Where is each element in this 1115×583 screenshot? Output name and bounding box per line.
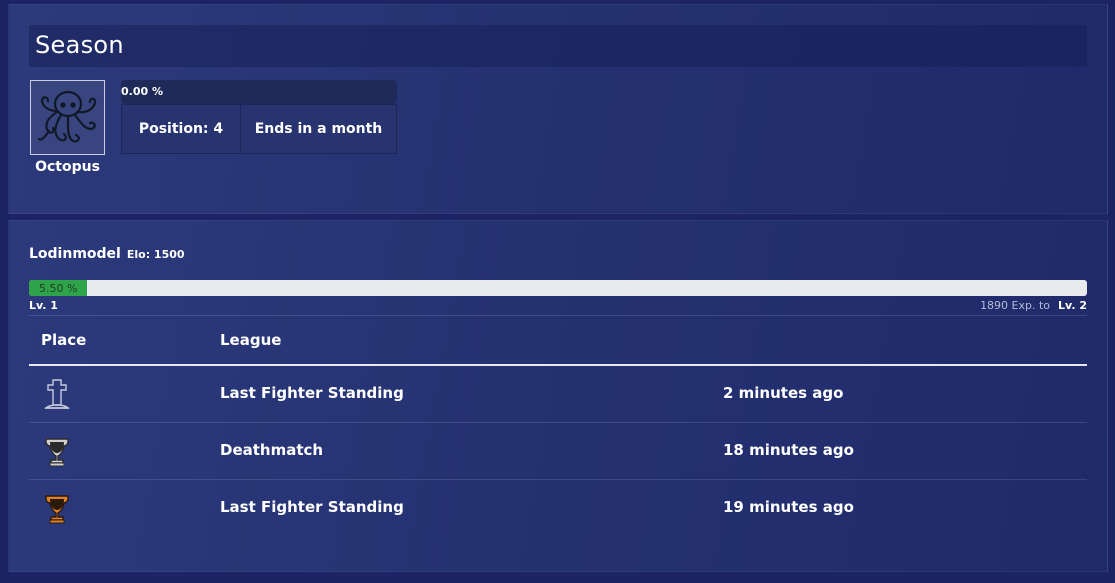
xp-progress-label: 5.50 % xyxy=(39,282,78,295)
level-next: Lv. 2 xyxy=(1058,299,1087,312)
table-row[interactable]: Deathmatch 18 minutes ago xyxy=(29,423,1087,480)
bronze-trophy-icon xyxy=(45,495,69,524)
season-title: Season xyxy=(35,31,124,59)
column-header-league: League xyxy=(220,331,282,349)
level-current: Lv. 1 xyxy=(29,299,58,312)
avatar-label: Octopus xyxy=(35,159,100,175)
xp-to-next: 1890 Exp. to xyxy=(980,299,1051,312)
table-row[interactable]: Last Fighter Standing 2 minutes ago xyxy=(29,366,1087,423)
season-progress-label: 0.00 % xyxy=(121,85,163,98)
column-header-place: Place xyxy=(41,331,87,349)
silver-trophy-icon xyxy=(45,438,69,467)
player-name-row: Lodinmodel Elo: 1500 xyxy=(29,246,185,262)
season-position: Position: 4 xyxy=(122,105,240,153)
player-name[interactable]: Lodinmodel xyxy=(29,246,121,262)
tombstone-icon xyxy=(44,379,70,409)
row-time: 2 minutes ago xyxy=(723,384,844,402)
season-header: Season xyxy=(29,25,1087,67)
level-next-info: 1890 Exp. to Lv. 2 xyxy=(980,299,1087,312)
row-league: Last Fighter Standing xyxy=(220,498,404,516)
xp-progress-bar: 5.50 % xyxy=(29,280,1087,296)
season-panel: Season Octopus 0.00 % Position: 4 Ends i… xyxy=(8,4,1108,214)
octopus-icon xyxy=(37,90,97,143)
row-time: 19 minutes ago xyxy=(723,498,854,516)
season-progress-bar: 0.00 % xyxy=(121,80,397,104)
divider xyxy=(29,315,1087,316)
row-time: 18 minutes ago xyxy=(723,441,854,459)
row-league: Last Fighter Standing xyxy=(220,384,404,402)
player-panel: Lodinmodel Elo: 1500 5.50 % Lv. 1 1890 Ex… xyxy=(8,220,1108,572)
season-stats: Position: 4 Ends in a month xyxy=(121,104,397,154)
row-league: Deathmatch xyxy=(220,441,324,459)
table-row[interactable]: Last Fighter Standing 19 minutes ago xyxy=(29,480,1087,537)
season-avatar[interactable] xyxy=(30,80,105,155)
season-ends: Ends in a month xyxy=(240,105,396,153)
player-elo: Elo: 1500 xyxy=(126,248,185,261)
